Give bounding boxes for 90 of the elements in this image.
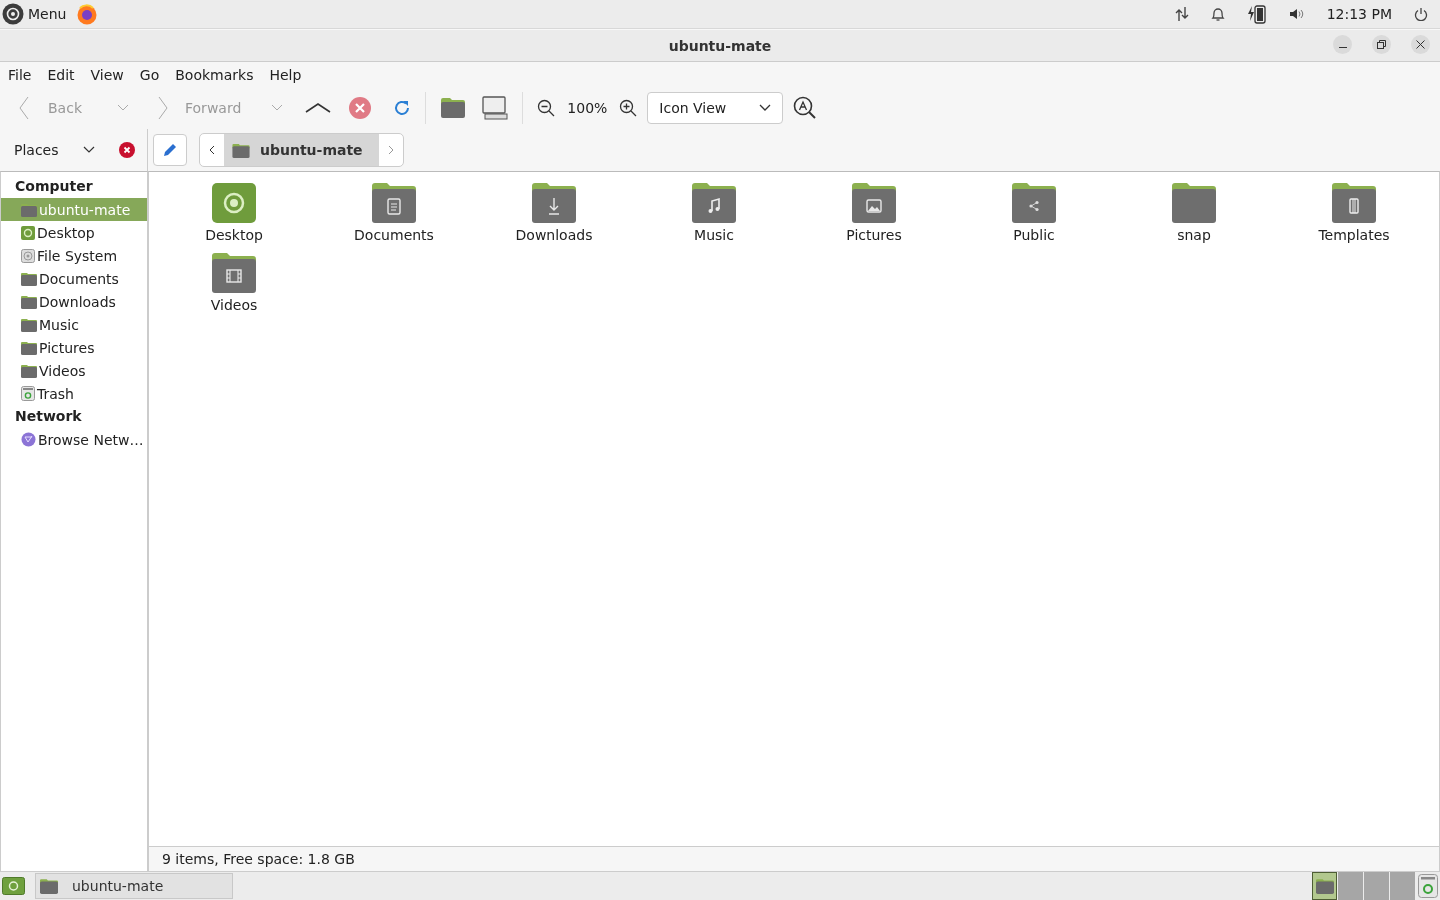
sidebar-heading: Computer [14,177,94,196]
menu-item[interactable]: View [82,66,132,83]
disk-icon [21,248,35,263]
path-segment[interactable]: ubuntu-mate [224,134,379,166]
status-text: 9 items, Free space: 1.8 GB [162,851,355,867]
file-label[interactable]: Public [1013,227,1055,243]
menu-button[interactable]: Menu [28,6,67,22]
up-icon[interactable] [305,102,332,114]
folder-icon [21,271,37,286]
zoom-level[interactable]: 100% [567,100,608,116]
folder-icon [691,182,737,224]
sidebar-item[interactable]: Pictures [1,336,147,359]
bell-icon[interactable] [1210,6,1225,22]
desktop-icon [21,225,35,240]
close-pane-icon[interactable] [119,142,135,158]
folder-icon [21,294,37,309]
workspace-switcher-cell[interactable] [1312,872,1337,900]
window-title: ubuntu-mate [668,37,772,54]
desktop-icon [211,182,257,224]
caret-icon [759,104,772,112]
close-icon [1416,40,1425,49]
sidebar-item[interactable]: Music [1,313,147,336]
network-icon [21,432,36,447]
file-label[interactable]: Templates [1318,227,1390,243]
folder-icon [211,252,257,294]
pane-selector[interactable]: Places [14,142,83,158]
edit-location-button[interactable] [153,134,187,166]
folder-icon [40,878,58,894]
sidebar-item[interactable]: Browse Netw… [1,428,147,451]
browser-icon[interactable] [76,3,99,25]
workspace-switcher-cell[interactable] [1390,872,1415,900]
trash-icon [21,386,35,401]
folder-icon [531,182,577,224]
folder-icon [371,182,417,224]
folder-icon [851,182,897,224]
folder-icon [232,142,250,158]
menu-item[interactable]: Edit [39,66,83,83]
file-label[interactable]: Desktop [205,227,263,243]
stop-icon[interactable] [349,97,372,119]
zoom-in-icon[interactable] [619,99,638,117]
volume-icon[interactable] [1288,7,1305,21]
clock[interactable]: 12:13 PM [1326,6,1392,22]
menu-item[interactable]: Help [261,66,310,83]
sidebar-item[interactable]: Downloads [1,290,147,313]
logo-icon[interactable] [2,3,24,25]
workspace-switcher-cell[interactable] [1364,872,1389,900]
chevron-right-icon [387,145,394,155]
power-icon[interactable] [1414,7,1428,21]
folder-icon [1315,878,1334,894]
reload-icon[interactable] [393,99,412,117]
file-label[interactable]: Pictures [846,227,902,243]
pencil-icon [162,142,178,158]
minimize-icon [1338,47,1347,48]
taskbar-window-button[interactable]: ubuntu-mate [35,873,233,899]
menu-item[interactable]: Bookmarks [167,66,262,83]
menu-item[interactable]: Go [131,66,168,83]
file-label[interactable]: Downloads [515,227,593,243]
folder-icon [21,340,37,355]
close-button[interactable] [1411,35,1430,54]
file-label[interactable]: Documents [354,227,434,243]
sidebar-heading: Network [14,407,83,426]
file-label[interactable]: Music [694,227,734,243]
chevron-left-icon [209,145,215,155]
folder-icon [1331,182,1377,224]
search-icon[interactable] [793,96,818,120]
sidebar-item[interactable]: Trash [1,382,147,405]
folder-icon [21,202,37,217]
folder-icon[interactable] [440,97,467,119]
sidebar-item[interactable]: Documents [1,267,147,290]
battery-icon[interactable] [1246,4,1267,24]
folder-icon [1171,182,1217,224]
sidebar-item[interactable]: Videos [1,359,147,382]
sidebar-item[interactable]: File System [1,244,147,267]
trash-icon[interactable] [1418,874,1438,898]
computer-icon[interactable] [482,96,509,120]
sidebar-item[interactable]: Desktop [1,221,147,244]
zoom-out-icon[interactable] [537,99,556,117]
folder-icon [21,317,37,332]
minimize-button[interactable] [1333,35,1352,54]
folder-icon [1011,182,1057,224]
menu-item[interactable]: File [0,66,40,83]
restore-button[interactable] [1372,35,1391,54]
folder-icon [21,363,37,378]
file-label[interactable]: Videos [210,297,258,313]
view-mode-dropdown[interactable]: Icon View [647,92,784,124]
show-desktop-icon[interactable] [2,877,25,895]
workspace-switcher-cell[interactable] [1338,872,1363,900]
restore-icon [1377,40,1386,49]
file-label[interactable]: snap [1177,227,1211,243]
network-transfer-icon[interactable] [1174,6,1189,22]
